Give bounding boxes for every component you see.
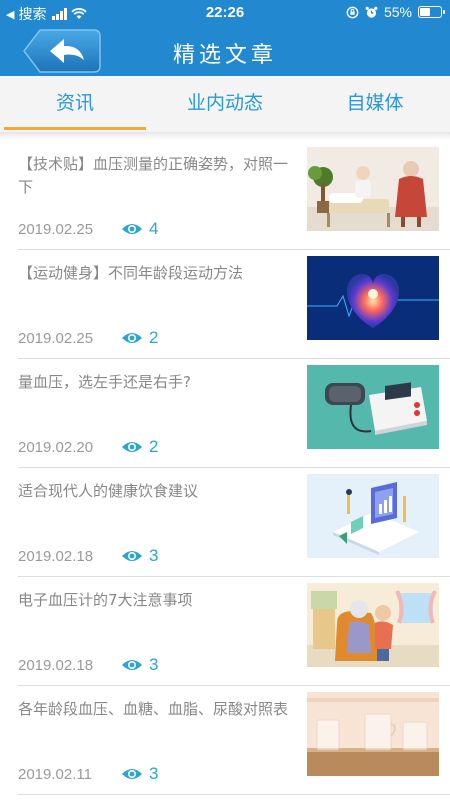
article-view-count: 4 <box>149 219 159 238</box>
article-item[interactable]: 【技术贴】血压测量的正确姿势，对照一下 2019.02.25 4 <box>18 141 450 250</box>
eye-icon <box>122 333 142 343</box>
status-right: 55% <box>346 4 445 20</box>
glowing-heart-illustration <box>307 256 439 340</box>
article-title: 各年龄段血压、血糖、血脂、尿酸对照表 <box>18 700 289 718</box>
article-view-count: 3 <box>149 655 159 674</box>
article-meta: 2019.02.11 3 <box>18 764 158 784</box>
article-meta: 2019.02.20 2 <box>18 437 158 457</box>
tab-news[interactable]: 资讯 <box>0 76 150 132</box>
battery-percent: 55% <box>383 4 412 20</box>
category-tabs: 资讯 业内动态 自媒体 <box>0 76 450 132</box>
battery-fill <box>420 8 431 16</box>
page-title: 精选文章 <box>172 43 277 68</box>
article-date: 2019.02.20 <box>18 438 94 456</box>
article-item[interactable]: 量血压，选左手还是右手? 2019.02.20 2 <box>18 359 450 468</box>
article-date: 2019.02.18 <box>18 547 94 565</box>
battery-icon <box>418 6 445 18</box>
article-title: 适合现代人的健康饮食建议 <box>18 482 199 500</box>
eye-icon <box>122 551 142 561</box>
tab-self-media[interactable]: 自媒体 <box>300 76 450 132</box>
article-meta: 2019.02.18 3 <box>18 546 158 566</box>
doctor-measuring-illustration <box>307 147 439 231</box>
article-date: 2019.02.25 <box>18 329 94 347</box>
blood-pressure-monitor-illustration <box>307 365 439 449</box>
article-item[interactable]: 【运动健身】不同年龄段运动方法 2019.02.25 2 <box>18 250 450 359</box>
article-view-count: 2 <box>149 437 159 456</box>
article-meta: 2019.02.18 3 <box>18 655 158 675</box>
article-date: 2019.02.18 <box>18 656 94 674</box>
isometric-stats-illustration <box>307 474 439 558</box>
tab-industry-news[interactable]: 业内动态 <box>150 76 300 132</box>
article-item[interactable]: 电子血压计的7大注意事项 2019.02.18 3 <box>18 577 450 686</box>
article-list: 【技术贴】血压测量的正确姿势，对照一下 2019.02.25 4 【运动健身】不… <box>0 141 450 795</box>
status-bar: ◀ 搜索 22:26 55% <box>0 0 450 26</box>
article-item[interactable]: 各年龄段血压、血糖、血脂、尿酸对照表 2019.02.11 3 <box>18 686 450 795</box>
article-view-count: 3 <box>149 546 159 565</box>
alarm-icon <box>365 6 378 18</box>
article-date: 2019.02.11 <box>18 765 92 783</box>
glass-cups-photo <box>307 692 439 776</box>
rotation-lock-icon <box>346 6 359 18</box>
article-title: 电子血压计的7大注意事项 <box>18 591 193 609</box>
eye-icon <box>122 224 142 234</box>
article-view-count: 3 <box>149 764 159 783</box>
tabs-divider <box>0 132 450 140</box>
article-title: 【技术贴】血压测量的正确姿势，对照一下 <box>18 155 289 196</box>
article-view-count: 2 <box>149 328 159 347</box>
article-meta: 2019.02.25 4 <box>18 219 158 239</box>
article-date: 2019.02.25 <box>18 220 94 238</box>
article-item[interactable]: 适合现代人的健康饮食建议 2019.02.18 3 <box>18 468 450 577</box>
elderly-couple-illustration <box>307 583 439 667</box>
article-title: 量血压，选左手还是右手? <box>18 373 191 391</box>
article-title: 【运动健身】不同年龄段运动方法 <box>18 264 244 282</box>
eye-icon <box>122 769 142 779</box>
eye-icon <box>122 660 142 670</box>
article-meta: 2019.02.25 2 <box>18 328 158 348</box>
navigation-header: 精选文章 <box>0 26 450 76</box>
eye-icon <box>122 442 142 452</box>
